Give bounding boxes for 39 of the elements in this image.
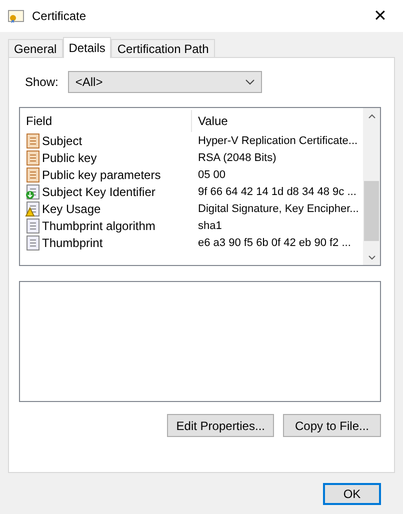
field-value: Hyper-V Replication Certificate... xyxy=(197,134,359,146)
tab[interactable]: General xyxy=(8,39,63,57)
field-value: sha1 xyxy=(197,220,223,232)
field-name[interactable]: Key Usage xyxy=(42,202,101,216)
ok-button[interactable]: OK xyxy=(323,483,381,505)
field-value: e6 a3 90 f5 6b 0f 42 eb 90 f2 ... xyxy=(197,236,352,248)
field-name[interactable]: Public key xyxy=(42,150,97,164)
show-label: Show: xyxy=(25,75,58,89)
scroll-down-icon[interactable] xyxy=(368,254,376,260)
field-icon xyxy=(25,166,41,182)
chevron-icon xyxy=(245,79,256,85)
warning-icon xyxy=(25,200,41,216)
field-value: Digital Signature, Key Encipher... xyxy=(197,202,360,214)
certificate-icon xyxy=(8,9,24,23)
field-name[interactable]: Public key parameters xyxy=(42,168,161,182)
edit-properties-button[interactable]: Edit Properties... xyxy=(167,414,274,437)
column-header[interactable]: Value xyxy=(192,110,363,132)
field-value: 05 00 xyxy=(197,168,227,180)
window-title: Certificate xyxy=(32,9,88,23)
field-value: 9f 66 64 42 14 1d d8 34 48 9c ... xyxy=(197,186,358,198)
show-dropdown[interactable]: <All> xyxy=(68,71,262,93)
tab[interactable]: Certification Path xyxy=(111,39,215,57)
field-name[interactable]: Thumbprint algorithm xyxy=(42,218,156,232)
extension-icon xyxy=(25,184,41,200)
property-icon xyxy=(25,218,41,234)
copy-to-file-button[interactable]: Copy to File... xyxy=(283,414,381,437)
property-icon xyxy=(25,234,41,250)
scrollbar[interactable] xyxy=(363,108,380,265)
column-header[interactable]: Field xyxy=(20,110,192,132)
value-text-area[interactable] xyxy=(19,281,381,402)
field-icon xyxy=(25,150,41,166)
field-name[interactable]: Thumbprint xyxy=(42,236,103,250)
field-name[interactable]: Subject xyxy=(42,134,82,148)
field-name[interactable]: Subject Key Identifier xyxy=(42,184,156,198)
field-value: RSA (2048 Bits) xyxy=(197,152,278,164)
close-button[interactable]: ✕ xyxy=(365,6,395,26)
scroll-up-icon[interactable] xyxy=(368,114,376,118)
field-icon xyxy=(25,132,41,148)
tab[interactable]: Details xyxy=(62,37,112,58)
